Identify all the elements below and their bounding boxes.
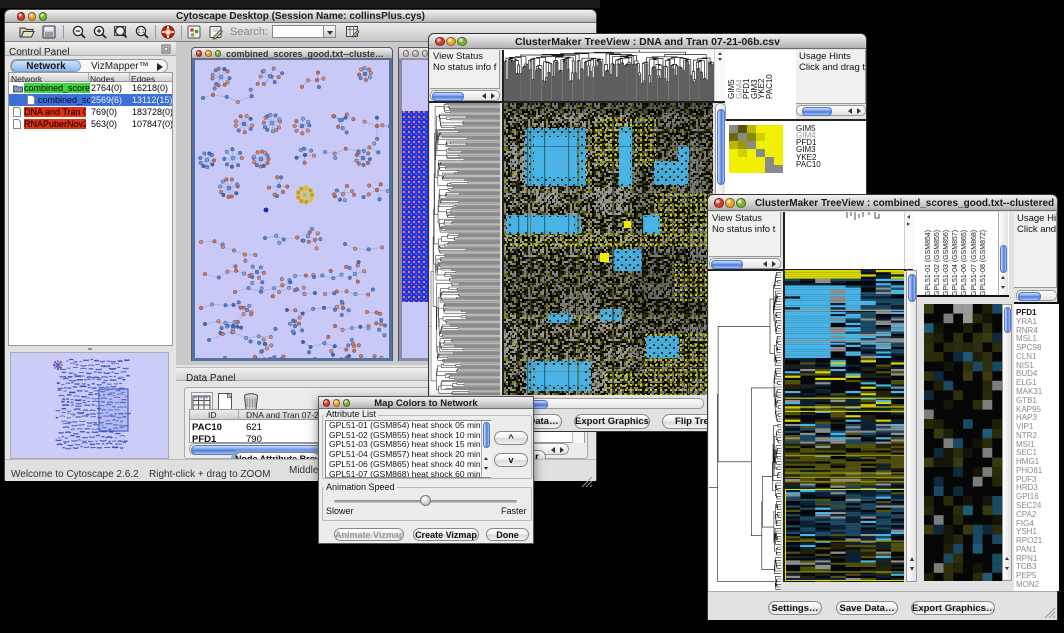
svg-text:1:1: 1:1 <box>138 29 145 35</box>
